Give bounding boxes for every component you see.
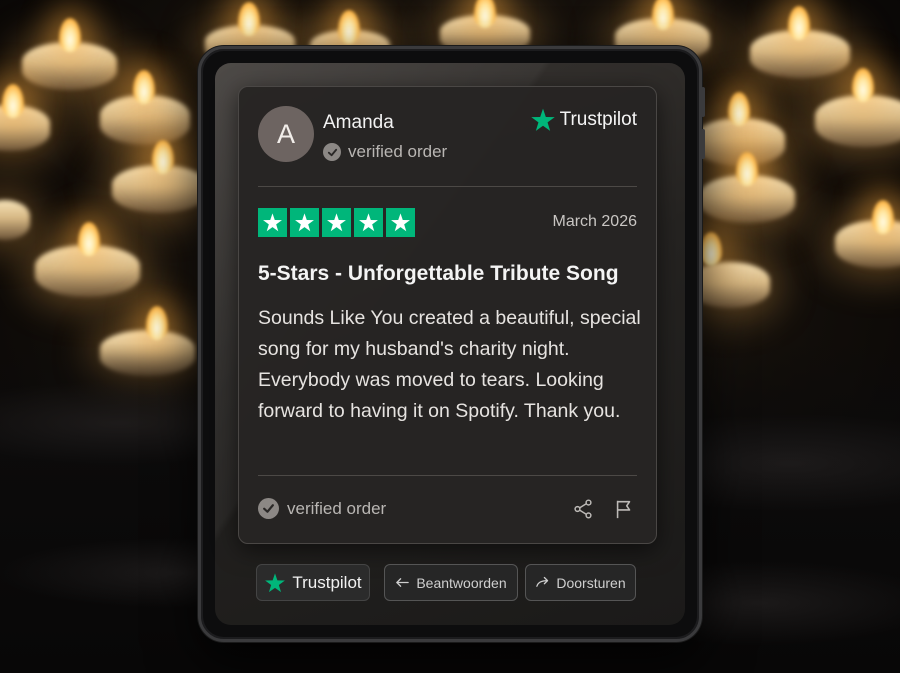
review-card: A Amanda verified order Trustpilot March… xyxy=(238,86,657,544)
star-icon xyxy=(386,208,415,237)
verified-order-footer-label: verified order xyxy=(287,498,387,518)
trustpilot-star-icon xyxy=(265,572,286,592)
forward-button[interactable]: Doorsturen xyxy=(525,564,636,601)
reply-arrow-icon xyxy=(396,578,410,587)
review-body: Sounds Like You created a beautiful, spe… xyxy=(258,307,641,422)
avatar-initial: A xyxy=(276,118,295,149)
verified-order-footer: verified order xyxy=(258,498,386,519)
flag-icon[interactable] xyxy=(611,496,637,522)
check-circle-icon xyxy=(258,498,279,519)
star-rating xyxy=(258,208,415,237)
forward-button-label: Doorsturen xyxy=(556,574,626,591)
header-divider xyxy=(258,186,637,187)
verified-order-badge: verified order xyxy=(323,142,447,162)
star-icon xyxy=(290,208,319,237)
trustpilot-logo-text: Trustpilot xyxy=(559,109,637,130)
star-icon xyxy=(258,208,287,237)
forward-arrow-icon xyxy=(536,576,549,587)
reviewer-name: Amanda xyxy=(323,112,394,133)
star-icon xyxy=(354,208,383,237)
review-title: 5-Stars - Unforgettable Tribute Song xyxy=(258,262,619,285)
reply-button-label: Beantwoorden xyxy=(416,574,507,591)
trustpilot-button[interactable]: Trustpilot xyxy=(256,564,370,601)
star-icon xyxy=(322,208,351,237)
share-icon[interactable] xyxy=(570,496,596,522)
check-circle-icon xyxy=(323,143,341,161)
trustpilot-star-icon xyxy=(530,108,555,131)
avatar: A xyxy=(258,106,314,162)
trustpilot-button-label: Trustpilot xyxy=(292,572,362,592)
footer-divider xyxy=(258,475,637,476)
reply-button[interactable]: Beantwoorden xyxy=(384,564,518,601)
review-date: March 2026 xyxy=(552,213,638,230)
verified-order-label: verified order xyxy=(348,142,448,161)
trustpilot-logo: Trustpilot xyxy=(530,107,637,133)
